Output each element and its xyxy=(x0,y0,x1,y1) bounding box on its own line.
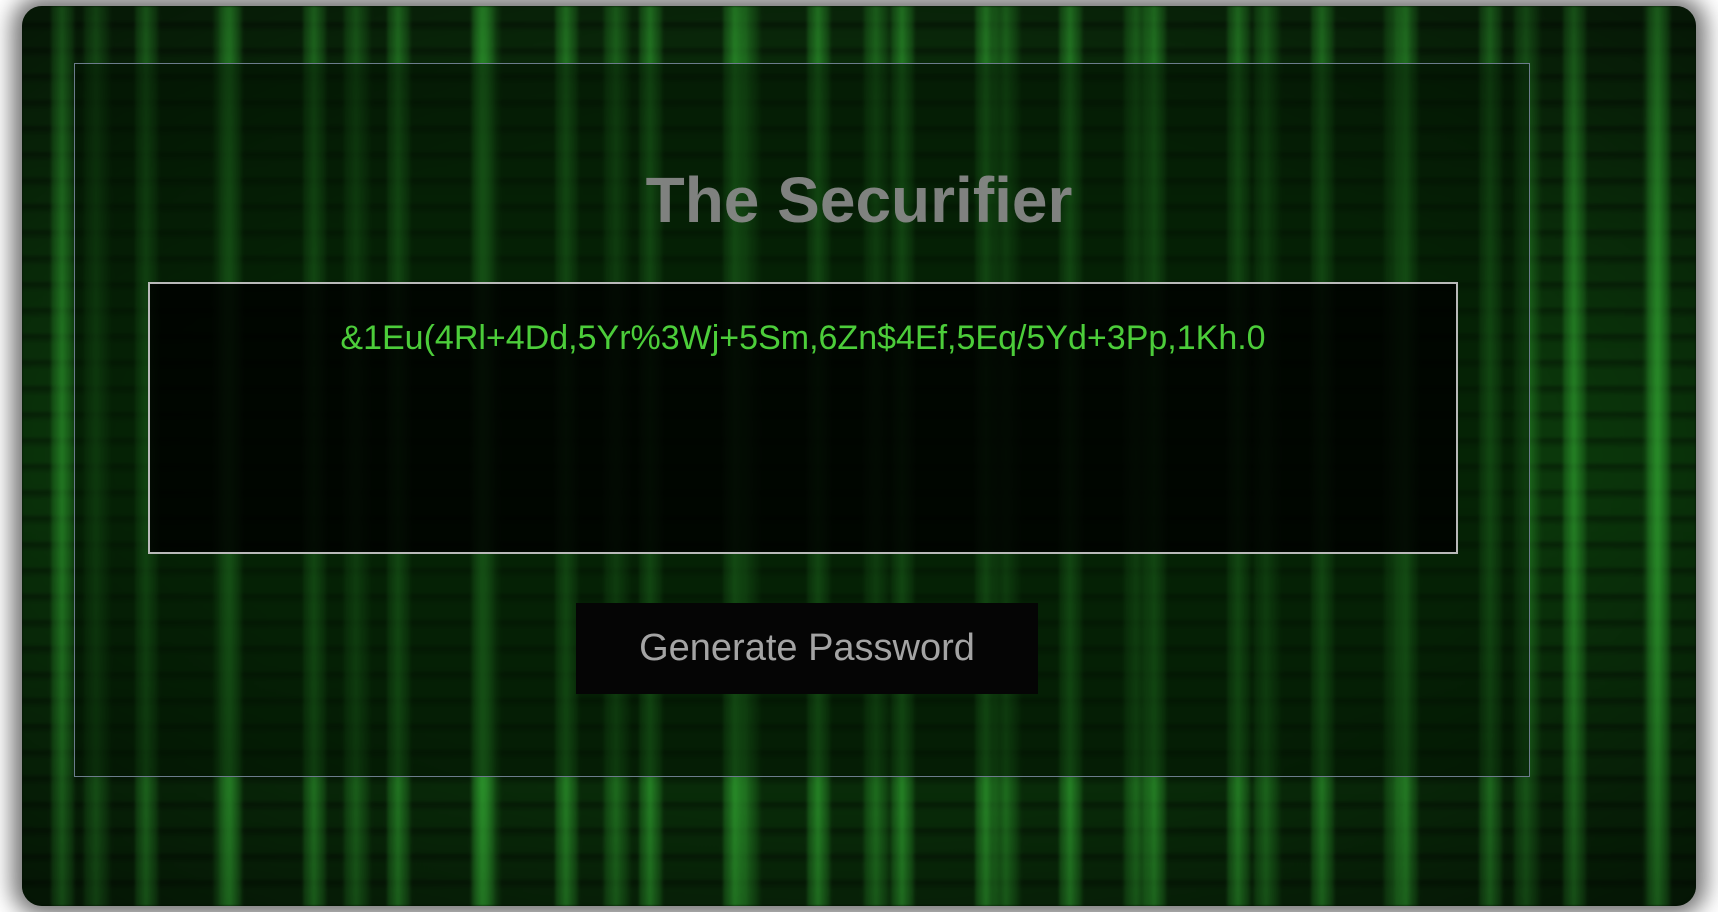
generate-password-button[interactable]: Generate Password xyxy=(576,603,1038,694)
password-output[interactable]: &1Eu(4Rl+4Dd,5Yr%3Wj+5Sm,6Zn$4Ef,5Eq/5Yd… xyxy=(148,282,1458,554)
app-window: The Securifier &1Eu(4Rl+4Dd,5Yr%3Wj+5Sm,… xyxy=(22,6,1696,906)
page-title: The Securifier xyxy=(645,164,1073,236)
